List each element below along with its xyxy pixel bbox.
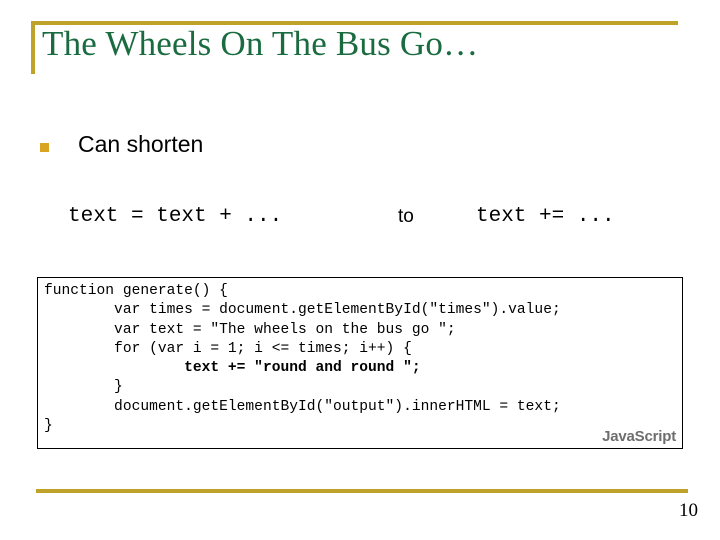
code-line: } [44,379,123,396]
code-language-label: JavaScript [602,428,676,445]
code-sample-lines: function generate() { var times = docume… [44,282,678,436]
code-line: var text = "The wheels on the bus go "; [44,321,456,338]
code-line: } [44,418,53,435]
title-accent-rule-left [31,21,35,74]
expression-after: text += ... [476,205,615,228]
page-title: The Wheels On The Bus Go… [42,24,479,63]
code-line: document.getElementById("output").innerH… [44,398,561,415]
code-line: function generate() { [44,283,228,299]
expression-before: text = text + ... [68,205,283,228]
expression-comparison-row: text = text + ... to text += ... [0,205,720,237]
code-line: var times = document.getElementById("tim… [44,302,561,319]
bullet-item-label: Can shorten [78,131,204,157]
code-line: text += "round and round "; [44,360,421,377]
bullet-item: Can shorten [40,131,640,165]
footer-accent-rule [36,489,688,493]
expression-connector-label: to [398,206,414,227]
code-sample-box: function generate() { var times = docume… [37,277,683,449]
code-line: for (var i = 1; i <= times; i++) { [44,340,412,357]
page-number: 10 [679,500,698,521]
square-bullet-icon [40,143,49,152]
